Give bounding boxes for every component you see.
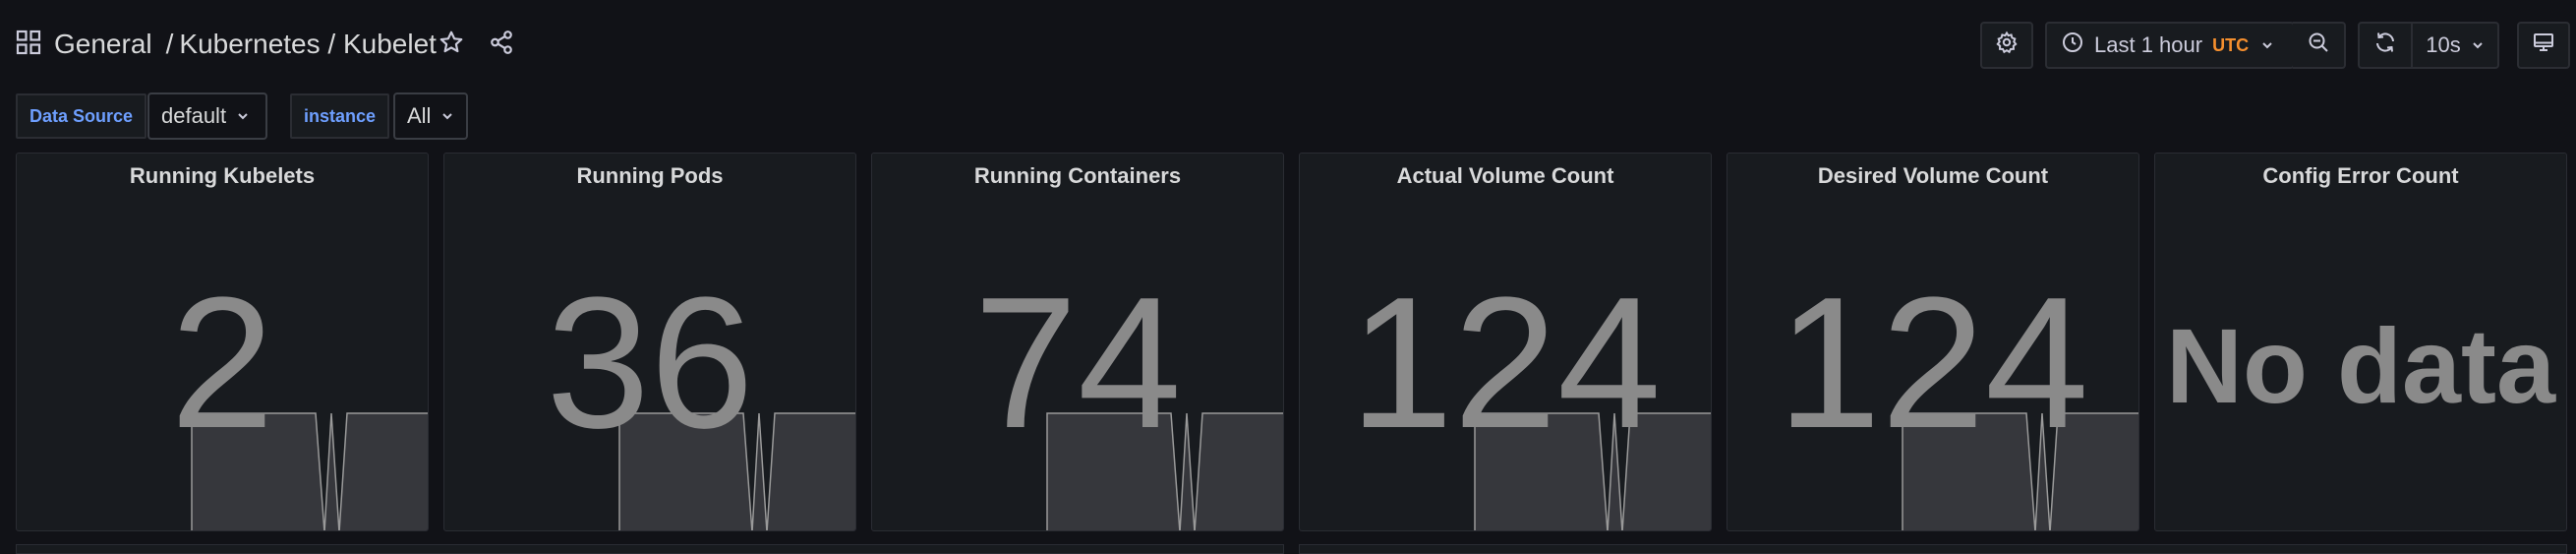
dashboard-title[interactable]: Kubernetes / Kubelet xyxy=(179,29,437,60)
no-data-message: No data xyxy=(2165,306,2556,425)
stat-panel[interactable]: Config Error Count No data xyxy=(2154,153,2567,531)
breadcrumb-folder[interactable]: General xyxy=(54,29,152,60)
variable-label-instance: instance xyxy=(290,93,390,139)
stat-value: 2 xyxy=(170,259,274,467)
datasource-value: default xyxy=(161,103,227,128)
dashboard-navbar: General / Kubernetes / Kubelet Last 1 ho… xyxy=(0,0,2576,87)
stat-value: 124 xyxy=(1777,259,2089,467)
breadcrumb: General / Kubernetes / Kubelet xyxy=(54,25,437,64)
time-range-label: Last 1 hour xyxy=(2094,32,2203,57)
stat-panel[interactable]: Running Containers 74 xyxy=(871,153,1284,531)
star-icon[interactable] xyxy=(437,28,466,57)
grid-icon[interactable] xyxy=(16,30,41,55)
dashboard-settings-button[interactable] xyxy=(1980,22,2033,69)
clock-icon xyxy=(2061,31,2084,60)
monitor-icon xyxy=(2532,31,2555,60)
panel-title[interactable]: Config Error Count xyxy=(2155,163,2566,189)
stat-value: 124 xyxy=(1349,259,1662,467)
chevron-down-icon xyxy=(236,103,250,129)
zoom-out-button[interactable] xyxy=(2293,22,2346,69)
stat-value: 74 xyxy=(973,259,1182,467)
refresh-interval-picker[interactable]: 10s xyxy=(2411,22,2499,69)
stat-panel[interactable]: Actual Volume Count 124 xyxy=(1299,153,1712,531)
stat-panel[interactable]: Desired Volume Count 124 xyxy=(1727,153,2139,531)
time-range-picker[interactable]: Last 1 hour UTC xyxy=(2045,22,2295,69)
zoom-out-icon xyxy=(2307,31,2330,60)
chevron-down-icon xyxy=(440,103,454,129)
tv-mode-button[interactable] xyxy=(2517,22,2570,69)
share-icon[interactable] xyxy=(487,28,516,57)
chevron-down-icon xyxy=(2471,32,2485,58)
timezone-label: UTC xyxy=(2212,34,2250,55)
refresh-interval-label: 10s xyxy=(2426,32,2461,57)
gear-icon xyxy=(1995,31,2019,60)
refresh-icon xyxy=(2373,31,2397,60)
instance-value: All xyxy=(407,103,432,128)
datasource-select[interactable]: default xyxy=(147,92,267,140)
instance-select[interactable]: All xyxy=(393,92,468,140)
breadcrumb-separator: / xyxy=(165,29,174,59)
stat-panel[interactable]: Running Kubelets 2 xyxy=(16,153,429,531)
refresh-button[interactable] xyxy=(2358,22,2413,69)
panel-next-row xyxy=(1299,544,2567,554)
stat-value: 36 xyxy=(546,259,754,467)
panel-next-row xyxy=(16,544,1284,554)
stat-panel[interactable]: Running Pods 36 xyxy=(443,153,856,531)
chevron-down-icon xyxy=(2260,32,2274,58)
variable-label-datasource: Data Source xyxy=(16,93,147,139)
